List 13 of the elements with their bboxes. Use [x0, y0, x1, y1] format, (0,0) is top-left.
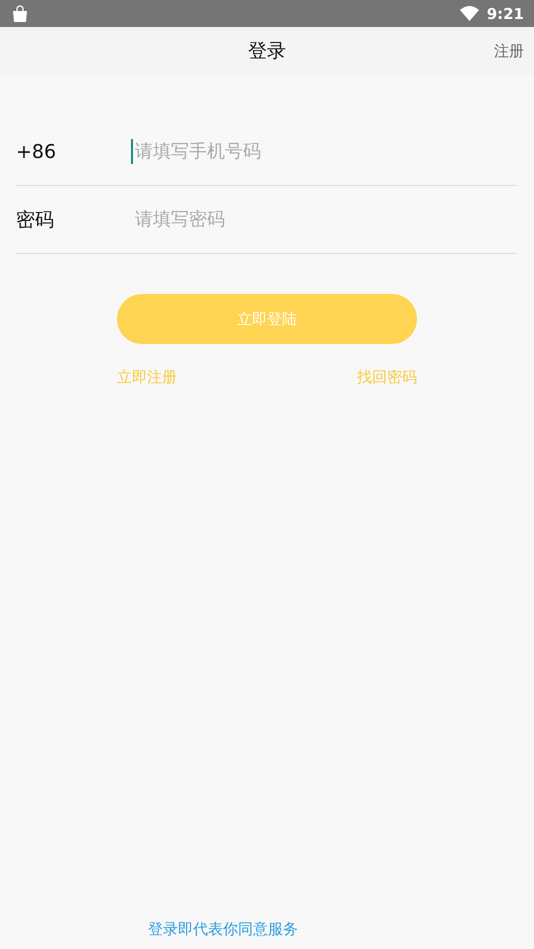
register-link[interactable]: 注册 [494, 42, 524, 60]
login-button[interactable]: 立即登陆 [117, 294, 417, 344]
page-title: 登录 [248, 39, 286, 64]
wifi-icon [460, 6, 479, 21]
agreement-text: 登录即代表你同意服务 [148, 920, 299, 939]
input-field[interactable]: 请填写手机号码 [131, 139, 517, 164]
status-time: 9:21 [486, 4, 524, 22]
field-label: 密码 [16, 208, 55, 232]
link[interactable]: 找回密码 [357, 368, 417, 387]
field-label: +86 [16, 140, 58, 162]
link[interactable]: 立即注册 [117, 368, 177, 387]
input-field[interactable]: 请填写密码 [131, 207, 517, 232]
shopping-bag-icon [11, 4, 29, 22]
